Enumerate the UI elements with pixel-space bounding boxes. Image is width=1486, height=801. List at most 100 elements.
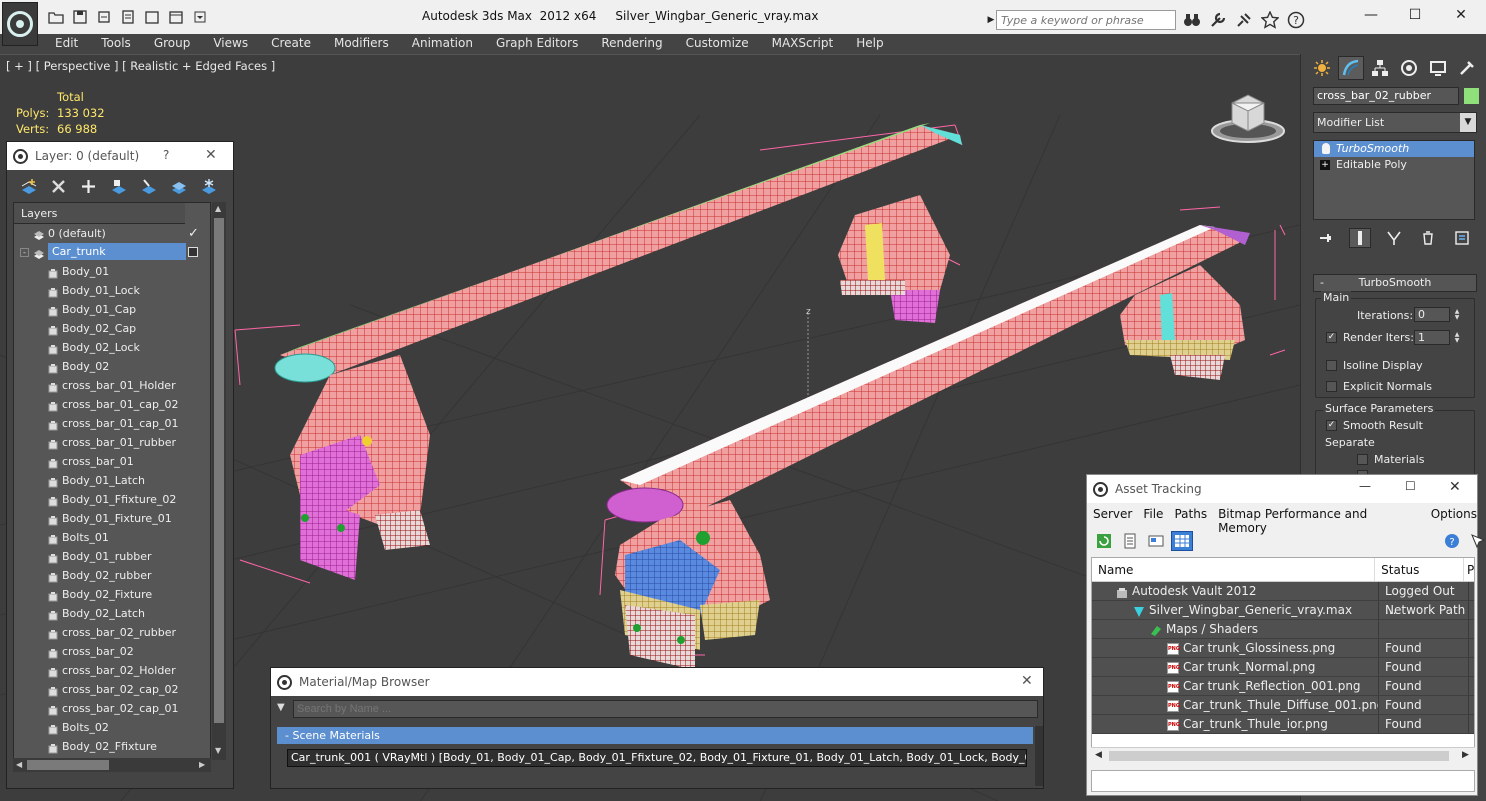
- layer-row[interactable]: Body_02: [14, 357, 210, 376]
- layer-row[interactable]: cross_bar_01_rubber: [14, 433, 210, 452]
- tab-motion[interactable]: [1396, 56, 1422, 80]
- scroll-left-arrow-icon[interactable]: ◀: [1095, 750, 1102, 760]
- spinner-arrows-icon[interactable]: ▲ ▼: [1452, 307, 1462, 322]
- layer-row[interactable]: Body_01_Cap: [14, 300, 210, 319]
- material-search-input[interactable]: [293, 700, 1038, 718]
- search-expand-arrow[interactable]: ▶: [986, 10, 996, 30]
- menu-modifiers[interactable]: Modifiers: [334, 34, 389, 54]
- object-color-swatch[interactable]: [1464, 88, 1479, 104]
- layer-row[interactable]: Body_02_Latch: [14, 604, 210, 623]
- layer-row[interactable]: Body_02_Lock: [14, 338, 210, 357]
- detail-view-button[interactable]: [1145, 531, 1167, 551]
- menu-help[interactable]: Help: [856, 34, 883, 54]
- help-button[interactable]: ?: [163, 148, 169, 162]
- freeze-all-layers-button[interactable]: [197, 176, 219, 196]
- asset-table-horizontal-scrollbar[interactable]: ◀ ▶: [1091, 747, 1475, 763]
- select-layer-objects-button[interactable]: [107, 176, 129, 196]
- pin-stack-button[interactable]: [1315, 228, 1337, 248]
- menu-animation[interactable]: Animation: [412, 34, 473, 54]
- layer-row[interactable]: cross_bar_02_Holder: [14, 661, 210, 680]
- asset-row[interactable]: Maps / Shaders: [1092, 620, 1474, 639]
- layer-row[interactable]: cross_bar_02_cap_02: [14, 680, 210, 699]
- tab-create[interactable]: [1309, 56, 1335, 80]
- maximize-icon[interactable]: ☐: [1405, 479, 1416, 493]
- subscription-button[interactable]: [1208, 10, 1228, 30]
- tab-modify[interactable]: [1338, 56, 1364, 80]
- context-help-button[interactable]: [1467, 531, 1486, 551]
- viewcube-icon[interactable]: [1208, 91, 1288, 147]
- asset-row[interactable]: PNG Car trunk_Normal.png Found: [1092, 658, 1474, 677]
- layer-row[interactable]: Body_01_Ffixture_02: [14, 490, 210, 509]
- project-folder-button[interactable]: [166, 8, 186, 26]
- table-view-button[interactable]: [1171, 531, 1193, 551]
- close-icon[interactable]: ✕: [1021, 673, 1033, 689]
- show-end-result-button[interactable]: [1349, 228, 1371, 248]
- binoculars-button[interactable]: [1182, 10, 1202, 30]
- material-row[interactable]: Car_trunk_001 ( VRayMtl ) [Body_01, Body…: [287, 749, 1027, 767]
- iterations-spinner[interactable]: 0: [1414, 307, 1450, 322]
- configure-modifier-sets-button[interactable]: [1451, 228, 1473, 248]
- tab-hierarchy[interactable]: [1367, 56, 1393, 80]
- save-button[interactable]: [70, 8, 90, 26]
- close-button[interactable]: ✕: [1446, 5, 1476, 25]
- minimize-button[interactable]: —: [1356, 5, 1386, 25]
- asset-row[interactable]: PNG Car_trunk_Thule_Diffuse_001.png Found: [1092, 696, 1474, 715]
- stack-item-editable-poly[interactable]: + Editable Poly: [1314, 157, 1474, 173]
- asset-row[interactable]: Autodesk Vault 2012 Logged Out ...: [1092, 582, 1474, 617]
- layer-row[interactable]: Body_02_Fixture: [14, 585, 210, 604]
- lightbulb-icon[interactable]: [1322, 143, 1330, 154]
- asset-row[interactable]: PNG Car_trunk_Thule_ior.png Found: [1092, 715, 1474, 734]
- layer-row[interactable]: Body_01_rubber: [14, 547, 210, 566]
- current-layer-check-icon[interactable]: ✓: [188, 224, 199, 243]
- layer-row[interactable]: cross_bar_02_cap_01: [14, 699, 210, 718]
- new-scene-button[interactable]: [142, 8, 162, 26]
- layer-row[interactable]: Body_02_Cap: [14, 319, 210, 338]
- layer-dialog-titlebar[interactable]: Layer: 0 (default) ? ✕: [7, 142, 233, 170]
- open-file-button[interactable]: [46, 8, 66, 26]
- smooth-result-checkbox[interactable]: ✓: [1326, 420, 1337, 431]
- scroll-thumb[interactable]: [1109, 751, 1449, 761]
- layer-row[interactable]: Body_02_Ffixture: [14, 737, 210, 756]
- layer-list-header[interactable]: Layers: [14, 203, 185, 224]
- menu-graph-editors[interactable]: Graph Editors: [496, 34, 578, 54]
- hold-button[interactable]: [118, 8, 138, 26]
- isoline-display-checkbox[interactable]: [1326, 360, 1337, 371]
- highlight-selected-button[interactable]: [137, 176, 159, 196]
- scene-materials-group[interactable]: - Scene Materials: [277, 727, 1033, 744]
- modifier-list-dropdown[interactable]: Modifier List ▼: [1313, 112, 1477, 133]
- help-button[interactable]: ?: [1286, 10, 1306, 30]
- layer-row[interactable]: Car_trunk -: [14, 243, 210, 262]
- scroll-right-arrow-icon[interactable]: ▶: [199, 760, 205, 769]
- layer-row[interactable]: Body_01_Fixture_01: [14, 509, 210, 528]
- menu-views[interactable]: Views: [213, 34, 248, 54]
- object-name-field[interactable]: cross_bar_02_rubber: [1313, 87, 1459, 105]
- make-unique-button[interactable]: [1383, 228, 1405, 248]
- layer-list-vertical-scrollbar[interactable]: ▲ ▼: [212, 202, 226, 760]
- list-view-button[interactable]: [1119, 531, 1141, 551]
- layer-row[interactable]: Body_01_Lock: [14, 281, 210, 300]
- layer-row[interactable]: cross_bar_02: [14, 642, 210, 661]
- layer-row[interactable]: Bolts_02: [14, 718, 210, 737]
- render-iters-checkbox[interactable]: ✓: [1326, 332, 1337, 343]
- communication-center-button[interactable]: [1234, 10, 1254, 30]
- layer-row[interactable]: cross_bar_01_cap_02: [14, 395, 210, 414]
- render-iters-spinner[interactable]: 1: [1414, 330, 1450, 345]
- close-icon[interactable]: ✕: [1449, 479, 1461, 495]
- options-dropdown-icon[interactable]: ▼: [277, 702, 285, 713]
- search-input[interactable]: [996, 10, 1176, 30]
- layer-row[interactable]: cross_bar_01: [14, 452, 210, 471]
- layer-row[interactable]: Body_01: [14, 262, 210, 281]
- scroll-thumb[interactable]: [27, 760, 109, 770]
- delete-layer-button[interactable]: [47, 176, 69, 196]
- app-menu-button[interactable]: [2, 2, 38, 46]
- scroll-left-arrow-icon[interactable]: ◀: [16, 760, 22, 769]
- menu-group[interactable]: Group: [154, 34, 191, 54]
- scroll-down-arrow-icon[interactable]: ▼: [215, 746, 221, 755]
- material-browser-titlebar[interactable]: Material/Map Browser ✕: [271, 668, 1043, 696]
- layer-row[interactable]: Bolts_01: [14, 528, 210, 547]
- scroll-up-arrow-icon[interactable]: ▲: [215, 204, 221, 213]
- column-name[interactable]: Name: [1092, 558, 1376, 581]
- minimize-icon[interactable]: —: [1359, 479, 1371, 493]
- undo-button[interactable]: [94, 8, 114, 26]
- explicit-normals-checkbox[interactable]: [1326, 381, 1337, 392]
